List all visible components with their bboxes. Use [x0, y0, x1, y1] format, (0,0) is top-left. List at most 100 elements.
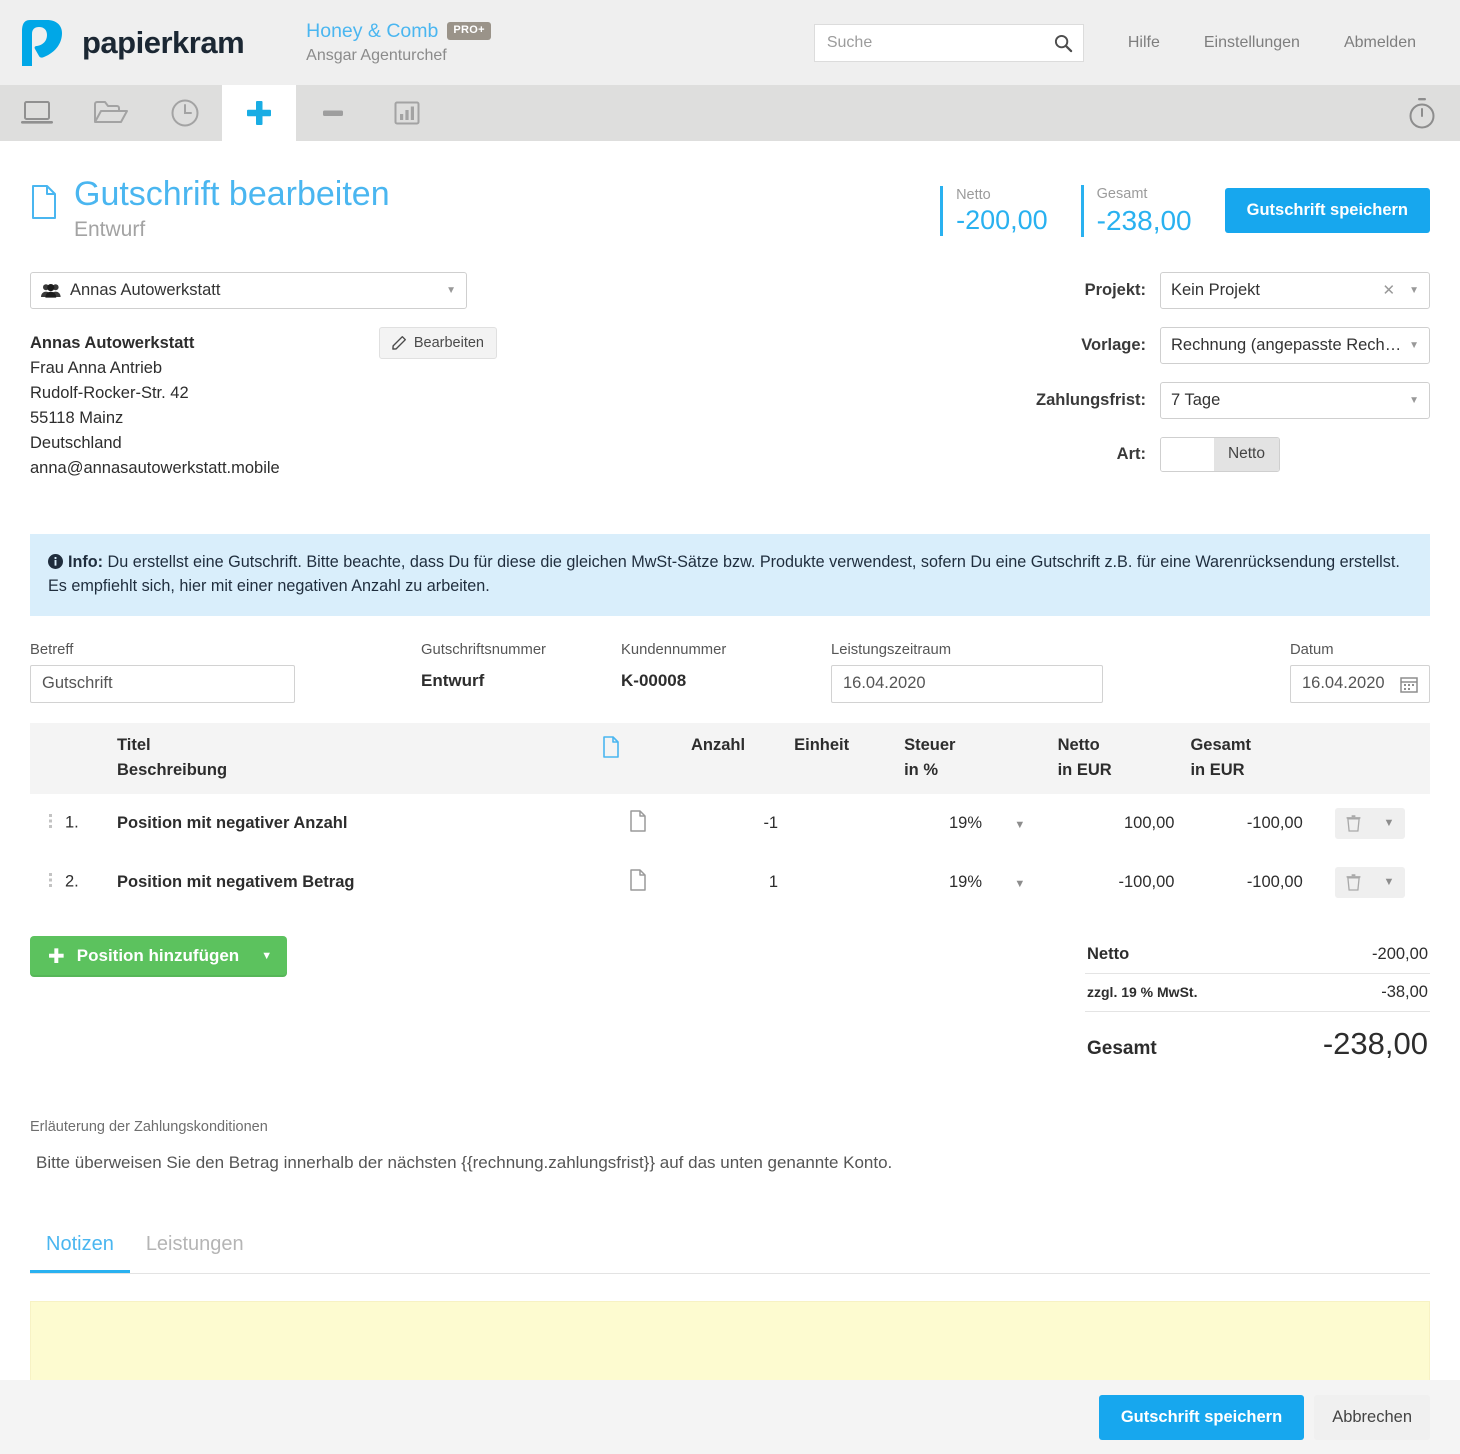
art-toggle-brutto[interactable]: [1161, 437, 1214, 471]
row-steuer-caret[interactable]: ▼: [990, 853, 1050, 912]
row-title[interactable]: Position mit negativem Betrag: [101, 853, 594, 912]
kpi-netto-value: -200,00: [956, 205, 1048, 236]
row-anzahl[interactable]: 1: [683, 853, 786, 912]
betreff-input[interactable]: Gutschrift: [30, 664, 295, 703]
th-steuer-label: Steuer: [904, 735, 956, 754]
brand-logo[interactable]: papierkram: [22, 18, 245, 68]
pro-badge: PRO+: [447, 21, 491, 41]
nav-link-hilfe[interactable]: Hilfe: [1106, 34, 1182, 52]
search-icon[interactable]: [1054, 34, 1073, 53]
row-action-dropdown[interactable]: ▼: [1372, 867, 1405, 898]
row-einheit[interactable]: [786, 794, 896, 853]
tab-leistungen[interactable]: Leistungen: [130, 1225, 260, 1273]
nav-link-einstellungen[interactable]: Einstellungen: [1182, 34, 1322, 52]
row-document-cell[interactable]: [594, 853, 683, 912]
kpi-netto-label: Netto: [956, 186, 991, 203]
nav-item-expense[interactable]: [296, 85, 370, 141]
art-toggle-netto[interactable]: Netto: [1213, 437, 1279, 471]
row-title[interactable]: Position mit negativer Anzahl: [101, 794, 594, 853]
row-steuer-caret[interactable]: ▼: [990, 794, 1050, 853]
vorlage-select[interactable]: Rechnung (angepasste Rech… ▼: [1160, 326, 1430, 364]
notes-textarea[interactable]: [30, 1300, 1430, 1387]
chevron-down-icon[interactable]: ▼: [1409, 285, 1419, 296]
row-anzahl[interactable]: -1: [683, 794, 786, 853]
nav-link-abmelden[interactable]: Abmelden: [1322, 34, 1438, 52]
zahlungsfrist-value: 7 Tage: [1171, 390, 1221, 409]
zahlungsfrist-label: Zahlungsfrist:: [1036, 390, 1146, 409]
chevron-down-icon[interactable]: ▼: [1014, 878, 1025, 890]
search-input[interactable]: [814, 24, 1083, 61]
nav-item-timer[interactable]: [1406, 96, 1438, 130]
row-netto[interactable]: -100,00: [1050, 853, 1183, 912]
payment-terms-text[interactable]: Bitte überweisen Sie den Betrag innerhal…: [30, 1153, 1430, 1173]
th-anzahl: Anzahl: [683, 722, 787, 794]
save-credit-note-button-bottom[interactable]: Gutschrift speichern: [1098, 1394, 1305, 1440]
calendar-icon[interactable]: [1400, 675, 1418, 693]
totals-mwst-value: -38,00: [1381, 982, 1428, 1001]
nav-item-projects[interactable]: [74, 85, 148, 141]
payment-terms-block: Erläuterung der Zahlungskonditionen Bitt…: [30, 1119, 1430, 1173]
tab-notizen[interactable]: Notizen: [30, 1225, 130, 1273]
document-icon[interactable]: [629, 869, 647, 891]
customer-select[interactable]: Annas Autowerkstatt ▼: [30, 271, 467, 309]
kundennummer-label: Kundennummer: [621, 641, 727, 658]
leistungszeitraum-input[interactable]: 16.04.2020: [831, 664, 1103, 703]
row-action-group[interactable]: ▼: [1335, 866, 1406, 898]
field-art: Art: Netto: [1020, 436, 1430, 472]
clear-icon[interactable]: ✕: [1383, 281, 1410, 299]
row-steuer[interactable]: 19%: [896, 794, 990, 853]
document-meta-row: Betreff Gutschrift Gutschriftsnummer Ent…: [30, 642, 1430, 703]
tenant-name[interactable]: Honey & Comb: [306, 19, 438, 43]
datum-label: Datum: [1290, 641, 1334, 658]
customer-line-4: Deutschland: [30, 434, 122, 452]
row-einheit[interactable]: [786, 853, 896, 912]
customer-select-value: Annas Autowerkstatt: [70, 280, 221, 299]
save-credit-note-button-top[interactable]: Gutschrift speichern: [1224, 188, 1430, 234]
clock-icon: [171, 99, 199, 127]
chevron-down-icon[interactable]: ▼: [1409, 340, 1419, 351]
row-steuer[interactable]: 19%: [896, 853, 990, 912]
customer-settings-row: Annas Autowerkstatt ▼ Bearbeiten Annas A…: [30, 271, 1430, 490]
search-box[interactable]: [813, 23, 1084, 62]
row-action-dropdown[interactable]: ▼: [1372, 808, 1405, 839]
nav-item-dashboard[interactable]: [0, 85, 74, 141]
totals-box: Netto -200,00 zzgl. 19 % MwSt. -38,00 Ge…: [1085, 936, 1430, 1071]
drag-handle-icon[interactable]: [48, 813, 55, 833]
zahlungsfrist-select[interactable]: 7 Tage ▼: [1160, 381, 1430, 419]
gutschriftsnummer-value: Entwurf: [421, 670, 485, 690]
chevron-down-icon[interactable]: ▼: [1409, 395, 1419, 406]
th-titel: Titel Beschreibung: [101, 722, 594, 794]
delete-row-button[interactable]: [1335, 867, 1372, 898]
nav-item-reports[interactable]: [370, 85, 444, 141]
edit-customer-button[interactable]: Bearbeiten: [378, 326, 497, 359]
nav-item-create[interactable]: [222, 85, 296, 141]
datum-input[interactable]: 16.04.2020: [1290, 664, 1430, 703]
add-position-button[interactable]: ✚ Position hinzufügen ▼: [30, 935, 288, 977]
row-netto[interactable]: 100,00: [1050, 794, 1183, 853]
row-document-cell[interactable]: [594, 794, 683, 853]
document-icon[interactable]: [629, 810, 647, 832]
projekt-value: Kein Projekt: [1171, 280, 1260, 299]
th-gesamt-sub: in EUR: [1190, 760, 1245, 779]
projekt-select[interactable]: Kein Projekt ✕ ▼: [1160, 271, 1430, 309]
chevron-down-icon[interactable]: ▼: [1014, 819, 1025, 831]
delete-row-button[interactable]: [1335, 808, 1372, 839]
art-toggle[interactable]: Netto: [1160, 436, 1280, 472]
th-document: [593, 722, 683, 794]
folder-open-icon: [94, 101, 128, 123]
add-position-dropdown[interactable]: ▼: [239, 950, 287, 962]
bottom-tabs: Notizen Leistungen: [30, 1225, 1430, 1274]
nav-item-time[interactable]: [148, 85, 222, 141]
customer-group-icon: [41, 283, 61, 298]
drag-handle-icon[interactable]: [48, 872, 55, 892]
th-gesamt-label: Gesamt: [1190, 735, 1251, 754]
row-action-group[interactable]: ▼: [1335, 807, 1406, 839]
chevron-down-icon[interactable]: ▼: [446, 285, 456, 296]
cancel-button[interactable]: Abbrechen: [1314, 1394, 1430, 1440]
totals-netto-row: Netto -200,00: [1085, 936, 1430, 974]
positions-table: Titel Beschreibung Anzahl Einheit Steuer: [30, 722, 1430, 912]
totals-gesamt-row: Gesamt -238,00: [1085, 1012, 1430, 1071]
papierkram-logo-icon: [22, 19, 62, 66]
totals-netto-label: Netto: [1087, 944, 1130, 963]
kpi-gesamt: Gesamt -238,00: [1080, 185, 1192, 237]
